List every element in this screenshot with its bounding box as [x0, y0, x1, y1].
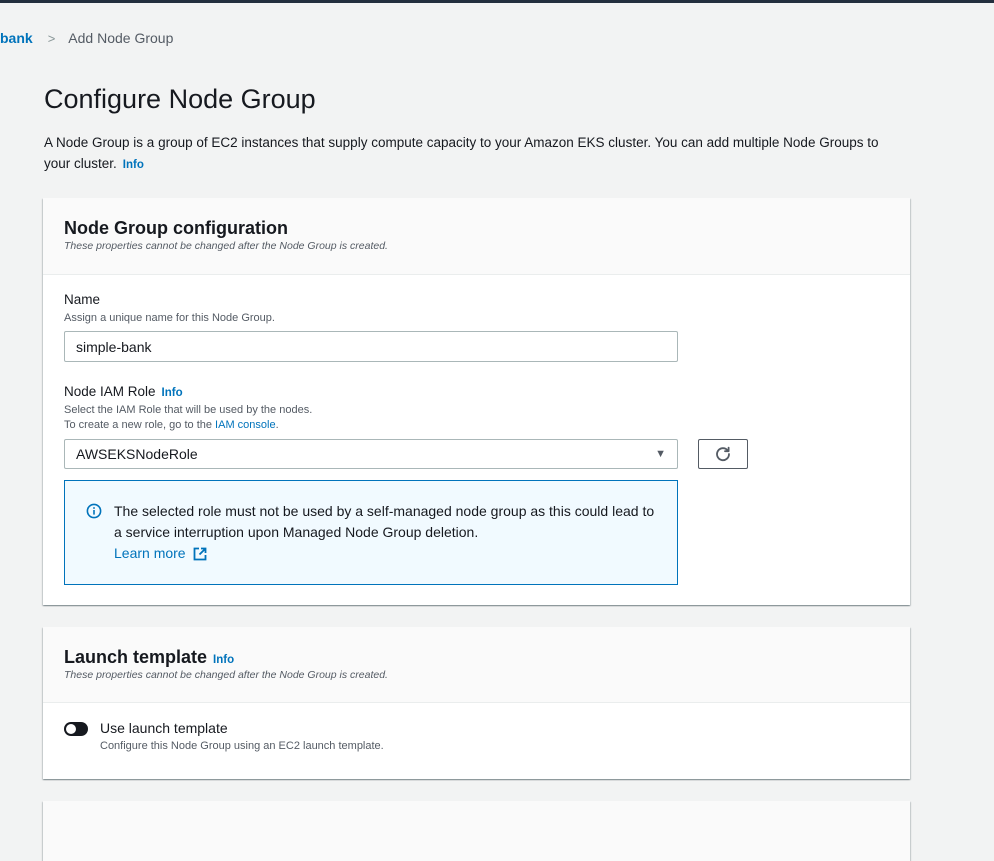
- iam-role-info-alert: The selected role must not be used by a …: [64, 480, 678, 585]
- page-info-link[interactable]: Info: [123, 159, 144, 171]
- breadcrumb: bank > Add Node Group: [0, 30, 173, 46]
- refresh-roles-button[interactable]: [698, 439, 748, 469]
- iam-role-select[interactable]: AWSEKSNodeRole ▼: [64, 439, 678, 469]
- launch-template-title: Launch template: [64, 647, 208, 667]
- iam-role-description-line2: To create a new role, go to the IAM cons…: [64, 418, 312, 433]
- breadcrumb-parent-link[interactable]: bank: [0, 30, 33, 46]
- learn-more-label: Learn more: [114, 545, 186, 561]
- iam-role-selected-value: AWSEKSNodeRole: [76, 446, 198, 462]
- iam-role-info-link[interactable]: Info: [162, 387, 183, 399]
- breadcrumb-separator-icon: >: [47, 30, 56, 46]
- info-circle-icon: [86, 503, 102, 519]
- name-input-value: simple-bank: [76, 338, 152, 355]
- launch-template-subtitle: These properties cannot be changed after…: [64, 669, 388, 681]
- launch-template-panel: Launch template Info These properties can…: [43, 627, 910, 779]
- launch-template-title-row: Launch template Info: [64, 647, 889, 668]
- iam-role-label: Node IAM Role: [64, 384, 156, 399]
- caret-down-icon: ▼: [655, 448, 666, 460]
- launch-template-toggle-description: Configure this Node Group using an EC2 l…: [100, 740, 384, 752]
- iam-role-label-row: Node IAM Role Info: [64, 384, 183, 399]
- name-label: Name: [64, 292, 101, 307]
- top-navigation-bar: [0, 0, 994, 3]
- iam-console-link[interactable]: IAM console: [215, 419, 276, 431]
- launch-template-toggle-label: Use launch template: [100, 720, 228, 736]
- toggle-knob: [66, 724, 76, 734]
- node-group-configuration-panel: Node Group configuration These propertie…: [43, 198, 910, 605]
- learn-more-link[interactable]: Learn more: [114, 543, 208, 564]
- page-description: A Node Group is a group of EC2 instances…: [44, 132, 904, 176]
- name-input[interactable]: simple-bank: [64, 331, 678, 362]
- external-link-icon: [193, 547, 206, 560]
- breadcrumb-current: Add Node Group: [68, 30, 174, 46]
- panel-title: Node Group configuration: [64, 218, 288, 238]
- iam-role-description-line1: Select the IAM Role that will be used by…: [64, 404, 313, 416]
- alert-message: The selected role must not be used by a …: [114, 503, 655, 540]
- iam-role-description-prefix: To create a new role, go to the: [64, 419, 216, 431]
- launch-template-info-link[interactable]: Info: [213, 654, 234, 666]
- refresh-icon: [716, 446, 730, 462]
- alert-body: The selected role must not be used by a …: [114, 501, 657, 584]
- iam-role-description: Select the IAM Role that will be used by…: [64, 403, 312, 433]
- page-title: Configure Node Group: [44, 84, 316, 114]
- page-description-text: A Node Group is a group of EC2 instances…: [44, 135, 879, 171]
- launch-template-header: Launch template Info These properties can…: [43, 627, 910, 703]
- next-section-panel: [43, 801, 910, 861]
- name-description: Assign a unique name for this Node Group…: [64, 312, 275, 324]
- panel-header: Node Group configuration These propertie…: [43, 198, 910, 275]
- launch-template-toggle[interactable]: [64, 722, 88, 736]
- panel-subtitle: These properties cannot be changed after…: [64, 240, 388, 252]
- iam-role-description-suffix: .: [275, 419, 279, 431]
